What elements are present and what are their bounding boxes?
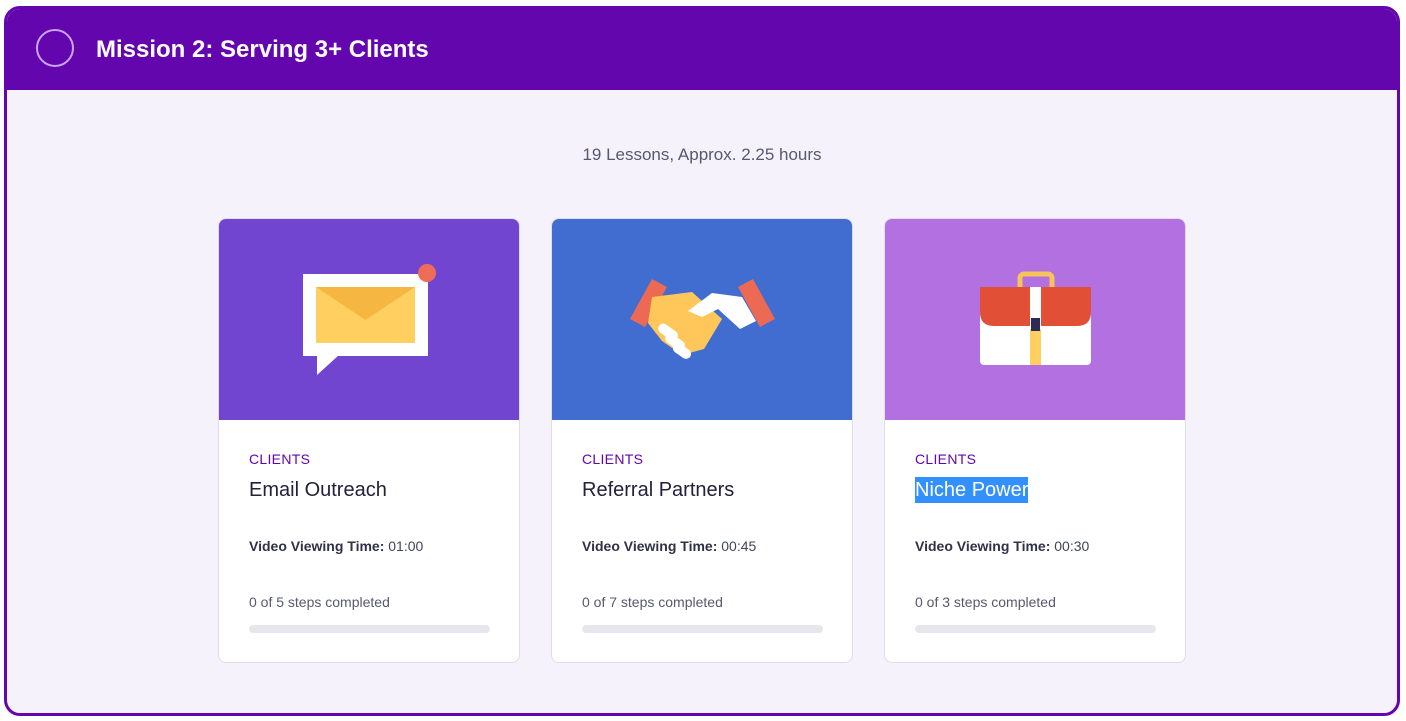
- video-viewing-time: Video Viewing Time: 00:45: [582, 537, 756, 555]
- email-chat-icon: [219, 219, 519, 420]
- steps-completed: 0 of 7 steps completed: [582, 594, 723, 610]
- meta-value: 01:00: [384, 538, 424, 554]
- card-image[interactable]: [552, 219, 852, 420]
- steps-completed: 0 of 5 steps completed: [249, 594, 390, 610]
- video-viewing-time: Video Viewing Time: 01:00: [249, 537, 423, 555]
- card-category: CLIENTS: [915, 451, 977, 467]
- card-title[interactable]: Email Outreach: [249, 477, 387, 503]
- card-image[interactable]: [885, 219, 1185, 420]
- meta-value: 00:45: [717, 538, 757, 554]
- briefcase-icon: [885, 219, 1185, 420]
- handshake-icon: [552, 219, 852, 420]
- meta-value: 00:30: [1050, 538, 1090, 554]
- mission-panel: Mission 2: Serving 3+ Clients 19 Lessons…: [4, 6, 1400, 716]
- card-image[interactable]: [219, 219, 519, 420]
- card-title[interactable]: Niche Power: [915, 477, 1029, 503]
- completion-status-icon: [36, 29, 74, 67]
- progress-bar: [915, 625, 1156, 633]
- progress-bar: [249, 625, 490, 633]
- course-card-referral-partners[interactable]: CLIENTS Referral Partners Video Viewing …: [551, 218, 853, 663]
- video-viewing-time: Video Viewing Time: 00:30: [915, 537, 1089, 555]
- meta-label: Video Viewing Time:: [249, 538, 385, 554]
- meta-label: Video Viewing Time:: [915, 538, 1051, 554]
- course-card-niche-power[interactable]: CLIENTS Niche Power Video Viewing Time: …: [884, 218, 1186, 663]
- mission-title: Mission 2: Serving 3+ Clients: [96, 36, 429, 63]
- card-title[interactable]: Referral Partners: [582, 477, 734, 503]
- card-category: CLIENTS: [582, 451, 644, 467]
- card-category: CLIENTS: [249, 451, 311, 467]
- mission-summary: 19 Lessons, Approx. 2.25 hours: [582, 145, 822, 164]
- steps-completed: 0 of 3 steps completed: [915, 594, 1056, 610]
- progress-bar: [582, 625, 823, 633]
- mission-header[interactable]: Mission 2: Serving 3+ Clients: [7, 9, 1397, 90]
- course-card-email-outreach[interactable]: CLIENTS Email Outreach Video Viewing Tim…: [218, 218, 520, 663]
- meta-label: Video Viewing Time:: [582, 538, 718, 554]
